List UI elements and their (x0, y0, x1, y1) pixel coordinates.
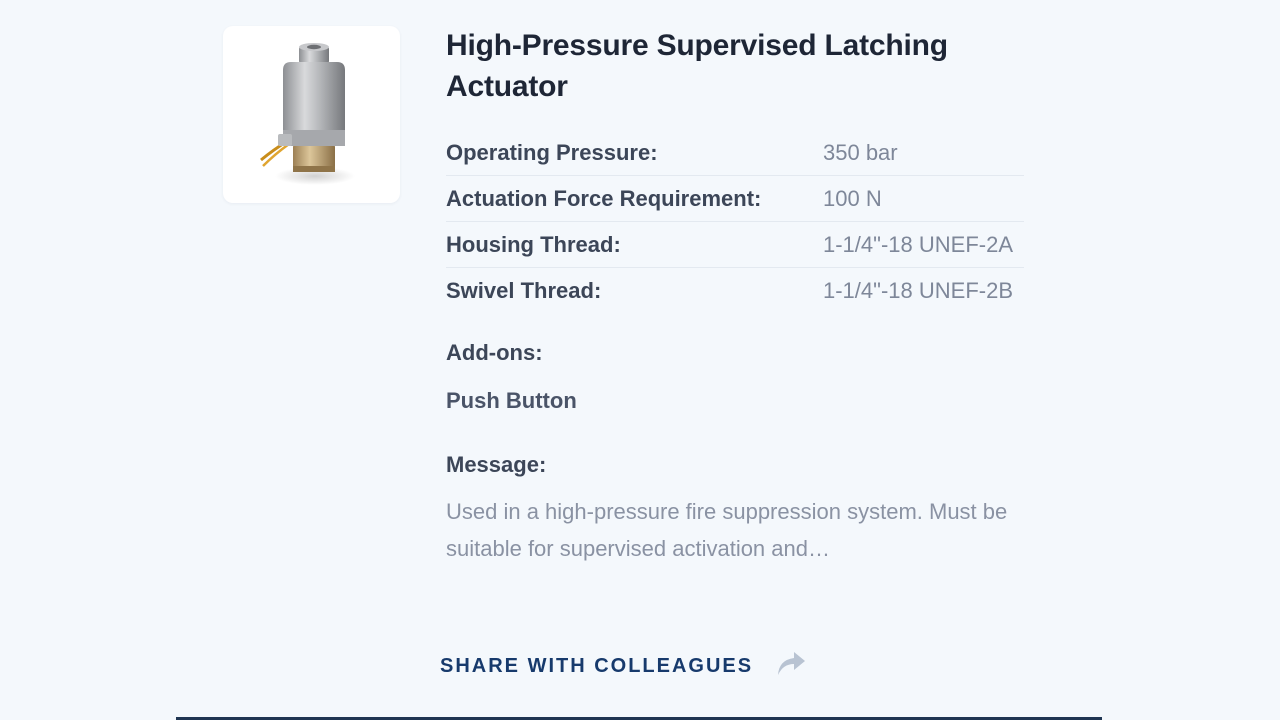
addon-item-push-button: Push Button (446, 388, 577, 413)
product-image[interactable] (223, 26, 400, 203)
spec-row: Housing Thread: 1-1/4"-18 UNEF-2A (446, 222, 1024, 268)
spec-label: Housing Thread: (446, 231, 621, 257)
spec-value: 100 N (823, 185, 882, 211)
message-heading: Message: (446, 452, 547, 477)
spec-label: Actuation Force Requirement: (446, 185, 762, 211)
addons-heading: Add-ons: (446, 340, 543, 365)
spec-row: Actuation Force Requirement: 100 N (446, 176, 1024, 222)
spec-row: Operating Pressure: 350 bar (446, 130, 1024, 176)
spec-label: Operating Pressure: (446, 139, 658, 165)
product-title: High-Pressure Supervised Latching Actuat… (446, 29, 948, 103)
spec-value: 1-1/4"-18 UNEF-2A (823, 231, 1013, 257)
spec-value: 1-1/4"-18 UNEF-2B (823, 277, 1013, 303)
message-text: Used in a high-pressure fire suppression… (446, 499, 1008, 561)
share-arrow-icon[interactable] (775, 650, 807, 683)
spec-value: 350 bar (823, 139, 898, 165)
spec-label: Swivel Thread: (446, 277, 602, 303)
product-card: High-Pressure Supervised Latching Actuat… (0, 0, 1280, 720)
share-label: SHARE WITH COLLEAGUES (440, 655, 754, 677)
share-with-colleagues-button[interactable]: SHARE WITH COLLEAGUES (440, 650, 807, 683)
specs-table: Operating Pressure: 350 bar Actuation Fo… (446, 130, 1024, 313)
actuator-product-photo (260, 43, 355, 185)
spec-row: Swivel Thread: 1-1/4"-18 UNEF-2B (446, 268, 1024, 313)
